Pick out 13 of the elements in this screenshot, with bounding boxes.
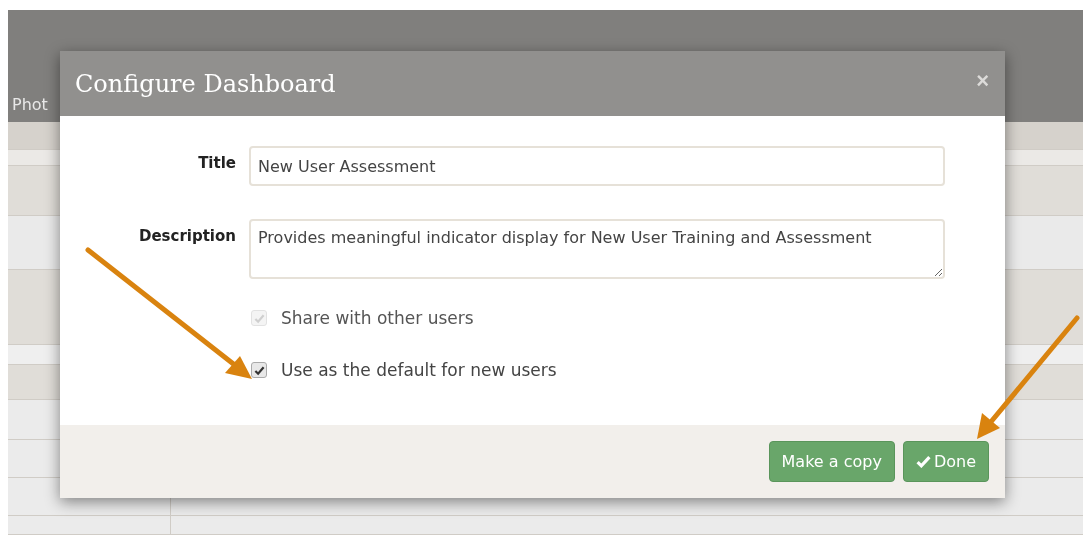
checkbox[interactable] (251, 362, 267, 378)
copy-button[interactable]: Make a copy (768, 441, 895, 482)
title-field[interactable]: New User Assessment (249, 146, 945, 186)
description-field[interactable]: Provides meaningful indicator display for New User Training and Assessment (249, 219, 945, 279)
field-label: Title (197, 153, 236, 172)
dialog-title: Configure Dashboard (75, 69, 336, 98)
field-label: Description (137, 226, 236, 245)
close-button[interactable]: × (974, 67, 991, 94)
check-icon (915, 455, 931, 468)
checkbox-label: Use as the default for new users (281, 360, 557, 380)
checkbox-label: Share with other users (281, 308, 474, 328)
column-heading: Phot (12, 95, 48, 114)
done-button[interactable]: Done (902, 441, 989, 482)
